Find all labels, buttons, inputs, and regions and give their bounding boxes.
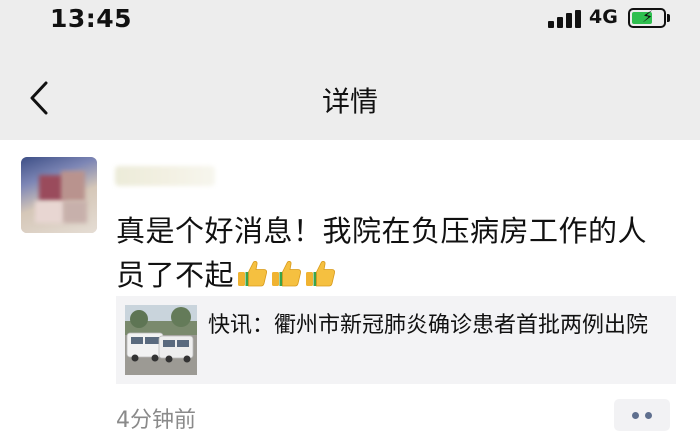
more-button[interactable] (614, 399, 670, 431)
username-blurred[interactable] (115, 166, 215, 186)
status-time: 13:45 (50, 4, 133, 33)
link-title: 快讯：衢州市新冠肺炎确诊患者首批两例出院 (208, 313, 649, 338)
thumbs-up-icon (238, 261, 268, 287)
network-label: 4G (589, 6, 618, 28)
thumbs-up-icon (306, 261, 336, 287)
battery-charging-icon: ⚡ (628, 7, 666, 28)
signal-bars-icon (548, 10, 582, 28)
avatar[interactable] (21, 157, 97, 233)
post-content: 真是个好消息！我院在负压病房工作的人员了不起 (116, 209, 676, 297)
more-dots-icon (645, 412, 652, 419)
shared-link-card[interactable]: 快讯：衢州市新冠肺炎确诊患者首批两例出院 (116, 296, 676, 384)
more-dots-icon (632, 412, 639, 419)
post-time: 4分钟前 (116, 408, 196, 433)
link-thumbnail (125, 305, 197, 375)
battery-cap (667, 14, 670, 22)
thumbs-up-icon (272, 261, 302, 287)
page-title: 详情 (321, 85, 378, 118)
post-text: 真是个好消息！我院在负压病房工作的人员了不起 (116, 214, 648, 292)
